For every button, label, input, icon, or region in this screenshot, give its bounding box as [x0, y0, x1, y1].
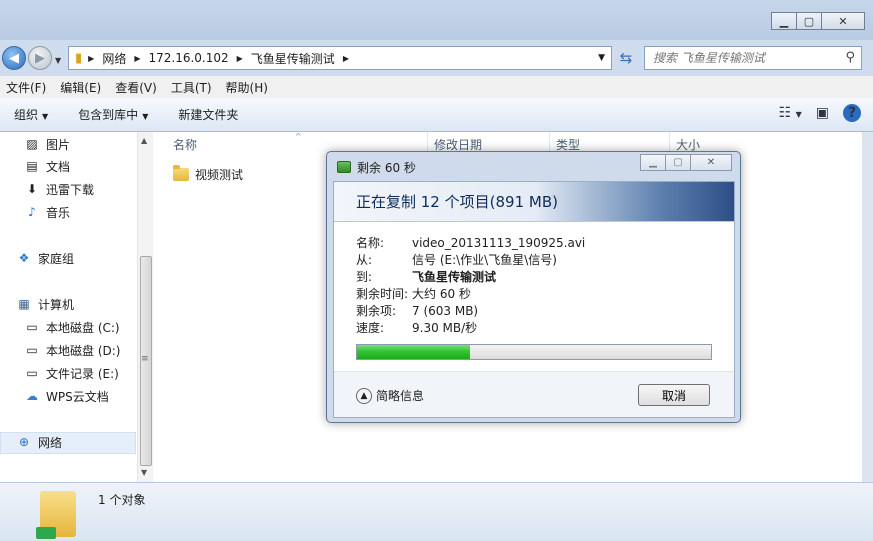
- address-dropdown-icon[interactable]: ▼: [598, 53, 605, 63]
- menu-view[interactable]: 查看(V): [115, 79, 157, 96]
- nav-item-drive-e[interactable]: ▭ 文件记录 (E:): [24, 363, 118, 383]
- dialog-title: 剩余 60 秒: [337, 157, 416, 177]
- info-row-name: 名称: video_20131113_190925.avi: [356, 236, 586, 250]
- navigation-pane: ▨ 图片 ▤ 文档 ⬇ 迅雷下载 ♪ 音乐 ❖ 家庭组 ▦ 计算机 ▭ 本地磁盘 (C:) ▭…: [0, 132, 153, 482]
- recent-pages-dropdown[interactable]: ▼: [55, 56, 61, 65]
- nav-item-pictures[interactable]: ▨ 图片: [24, 134, 70, 154]
- nav-item-xunlei-downloads[interactable]: ⬇ 迅雷下载: [24, 179, 94, 199]
- source-link[interactable]: 信号 (E:\作业\飞鱼星\信号): [412, 253, 557, 267]
- details-pane: 1 个对象: [0, 482, 873, 541]
- menu-file[interactable]: 文件(F): [6, 79, 46, 96]
- search-icon[interactable]: ⚲: [845, 50, 855, 65]
- forward-button[interactable]: ▶: [28, 46, 52, 70]
- back-button[interactable]: ◀: [2, 46, 26, 70]
- nav-scrollbar[interactable]: ▲ ≡ ▼: [137, 132, 153, 482]
- pictures-icon: ▨: [26, 137, 38, 151]
- nav-item-documents[interactable]: ▤ 文档: [24, 156, 70, 176]
- new-folder-button[interactable]: 新建文件夹: [178, 106, 238, 123]
- preview-pane-icon[interactable]: ▣: [816, 105, 829, 121]
- nav-item-homegroup[interactable]: ❖ 家庭组: [16, 248, 74, 268]
- close-button[interactable]: ✕: [821, 12, 865, 30]
- file-name: 视频测试: [195, 168, 244, 182]
- dialog-minimize-button[interactable]: ▁: [640, 154, 666, 171]
- dialog-maximize-button[interactable]: ▢: [665, 154, 691, 171]
- cancel-button[interactable]: 取消: [638, 384, 710, 406]
- search-input[interactable]: [645, 47, 835, 69]
- sort-arrow-icon: ^: [295, 132, 302, 141]
- homegroup-icon: ❖: [18, 251, 30, 265]
- nav-item-computer[interactable]: ▦ 计算机: [16, 294, 74, 314]
- search-box[interactable]: ⚲: [644, 46, 862, 70]
- info-row-time-remaining: 剩余时间: 大约 60 秒: [356, 287, 471, 301]
- title-bar: ▁ ▢ ✕: [0, 0, 873, 40]
- info-row-to: 到: 飞鱼星传输测试: [356, 270, 497, 284]
- navigation-bar: ◀ ▶ ▼ ▮ ▶ 网络 ▶ 172.16.0.102 ▶ 飞鱼星传输测试 ▶ …: [0, 42, 873, 74]
- download-folder-icon: ⬇: [26, 182, 38, 196]
- view-options-icon[interactable]: ☷ ▼: [779, 105, 802, 121]
- copy-icon: [337, 161, 351, 173]
- minimize-button[interactable]: ▁: [771, 12, 797, 30]
- help-icon[interactable]: ?: [843, 104, 861, 122]
- menu-help[interactable]: 帮助(H): [226, 79, 268, 96]
- organize-button[interactable]: 组织 ▼: [14, 106, 48, 123]
- folder-icon: [173, 165, 189, 181]
- menu-tools[interactable]: 工具(T): [171, 79, 212, 96]
- include-in-library-button[interactable]: 包含到库中 ▼: [78, 106, 148, 123]
- menu-edit[interactable]: 编辑(E): [60, 79, 101, 96]
- item-count: 1 个对象: [98, 493, 146, 507]
- list-item[interactable]: 视频测试: [173, 165, 244, 183]
- dialog-heading: 正在复制 12 个项目(891 MB): [334, 182, 734, 222]
- progress-fill: [357, 345, 471, 359]
- maximize-button[interactable]: ▢: [796, 12, 822, 30]
- nav-item-wps-cloud[interactable]: ☁ WPS云文档: [24, 386, 109, 406]
- info-row-items-remaining: 剩余项: 7 (603 MB): [356, 304, 479, 318]
- drive-c-icon: ▭: [26, 320, 38, 334]
- network-icon: ⊕: [18, 435, 30, 449]
- column-name[interactable]: 名称: [173, 132, 197, 156]
- dialog-close-button[interactable]: ✕: [690, 154, 732, 171]
- scroll-down-icon[interactable]: ▼: [141, 468, 147, 477]
- breadcrumb-network[interactable]: 网络: [102, 50, 126, 67]
- drive-icon: ▭: [26, 366, 38, 380]
- less-details-toggle[interactable]: ▲ 简略信息: [356, 387, 424, 404]
- chevron-up-icon: ▲: [356, 387, 372, 404]
- info-row-speed: 速度: 9.30 MB/秒: [356, 321, 478, 335]
- documents-icon: ▤: [26, 159, 38, 173]
- progress-bar: [356, 344, 712, 360]
- nav-item-drive-c[interactable]: ▭ 本地磁盘 (C:): [24, 317, 119, 337]
- cloud-icon: ☁: [26, 389, 38, 403]
- nav-item-drive-d[interactable]: ▭ 本地磁盘 (D:): [24, 340, 120, 360]
- copy-progress-dialog: 剩余 60 秒 ▁ ▢ ✕ 正在复制 12 个项目(891 MB) 名称: vid…: [326, 151, 741, 423]
- address-bar[interactable]: ▮ ▶ 网络 ▶ 172.16.0.102 ▶ 飞鱼星传输测试 ▶ ▼: [68, 46, 612, 70]
- computer-icon: ▦: [18, 297, 30, 311]
- music-icon: ♪: [28, 205, 36, 219]
- refresh-icon[interactable]: ⇆: [614, 46, 638, 70]
- drive-icon: ▭: [26, 343, 38, 357]
- command-bar: 组织 ▼ 包含到库中 ▼ 新建文件夹 ☷ ▼ ▣ ?: [0, 98, 873, 132]
- folder-thumbnail-icon: [36, 491, 76, 539]
- breadcrumb-share[interactable]: 飞鱼星传输测试: [251, 50, 335, 67]
- destination-link[interactable]: 飞鱼星传输测试: [412, 270, 496, 284]
- nav-item-music[interactable]: ♪ 音乐: [24, 202, 70, 222]
- menu-bar: 文件(F) 编辑(E) 查看(V) 工具(T) 帮助(H): [0, 76, 873, 98]
- info-row-from: 从: 信号 (E:\作业\飞鱼星\信号): [356, 253, 557, 267]
- network-folder-icon: ▮: [75, 50, 83, 66]
- scroll-up-icon[interactable]: ▲: [141, 136, 147, 145]
- nav-item-network[interactable]: ⊕ 网络: [16, 432, 62, 452]
- breadcrumb-host[interactable]: 172.16.0.102: [148, 51, 228, 65]
